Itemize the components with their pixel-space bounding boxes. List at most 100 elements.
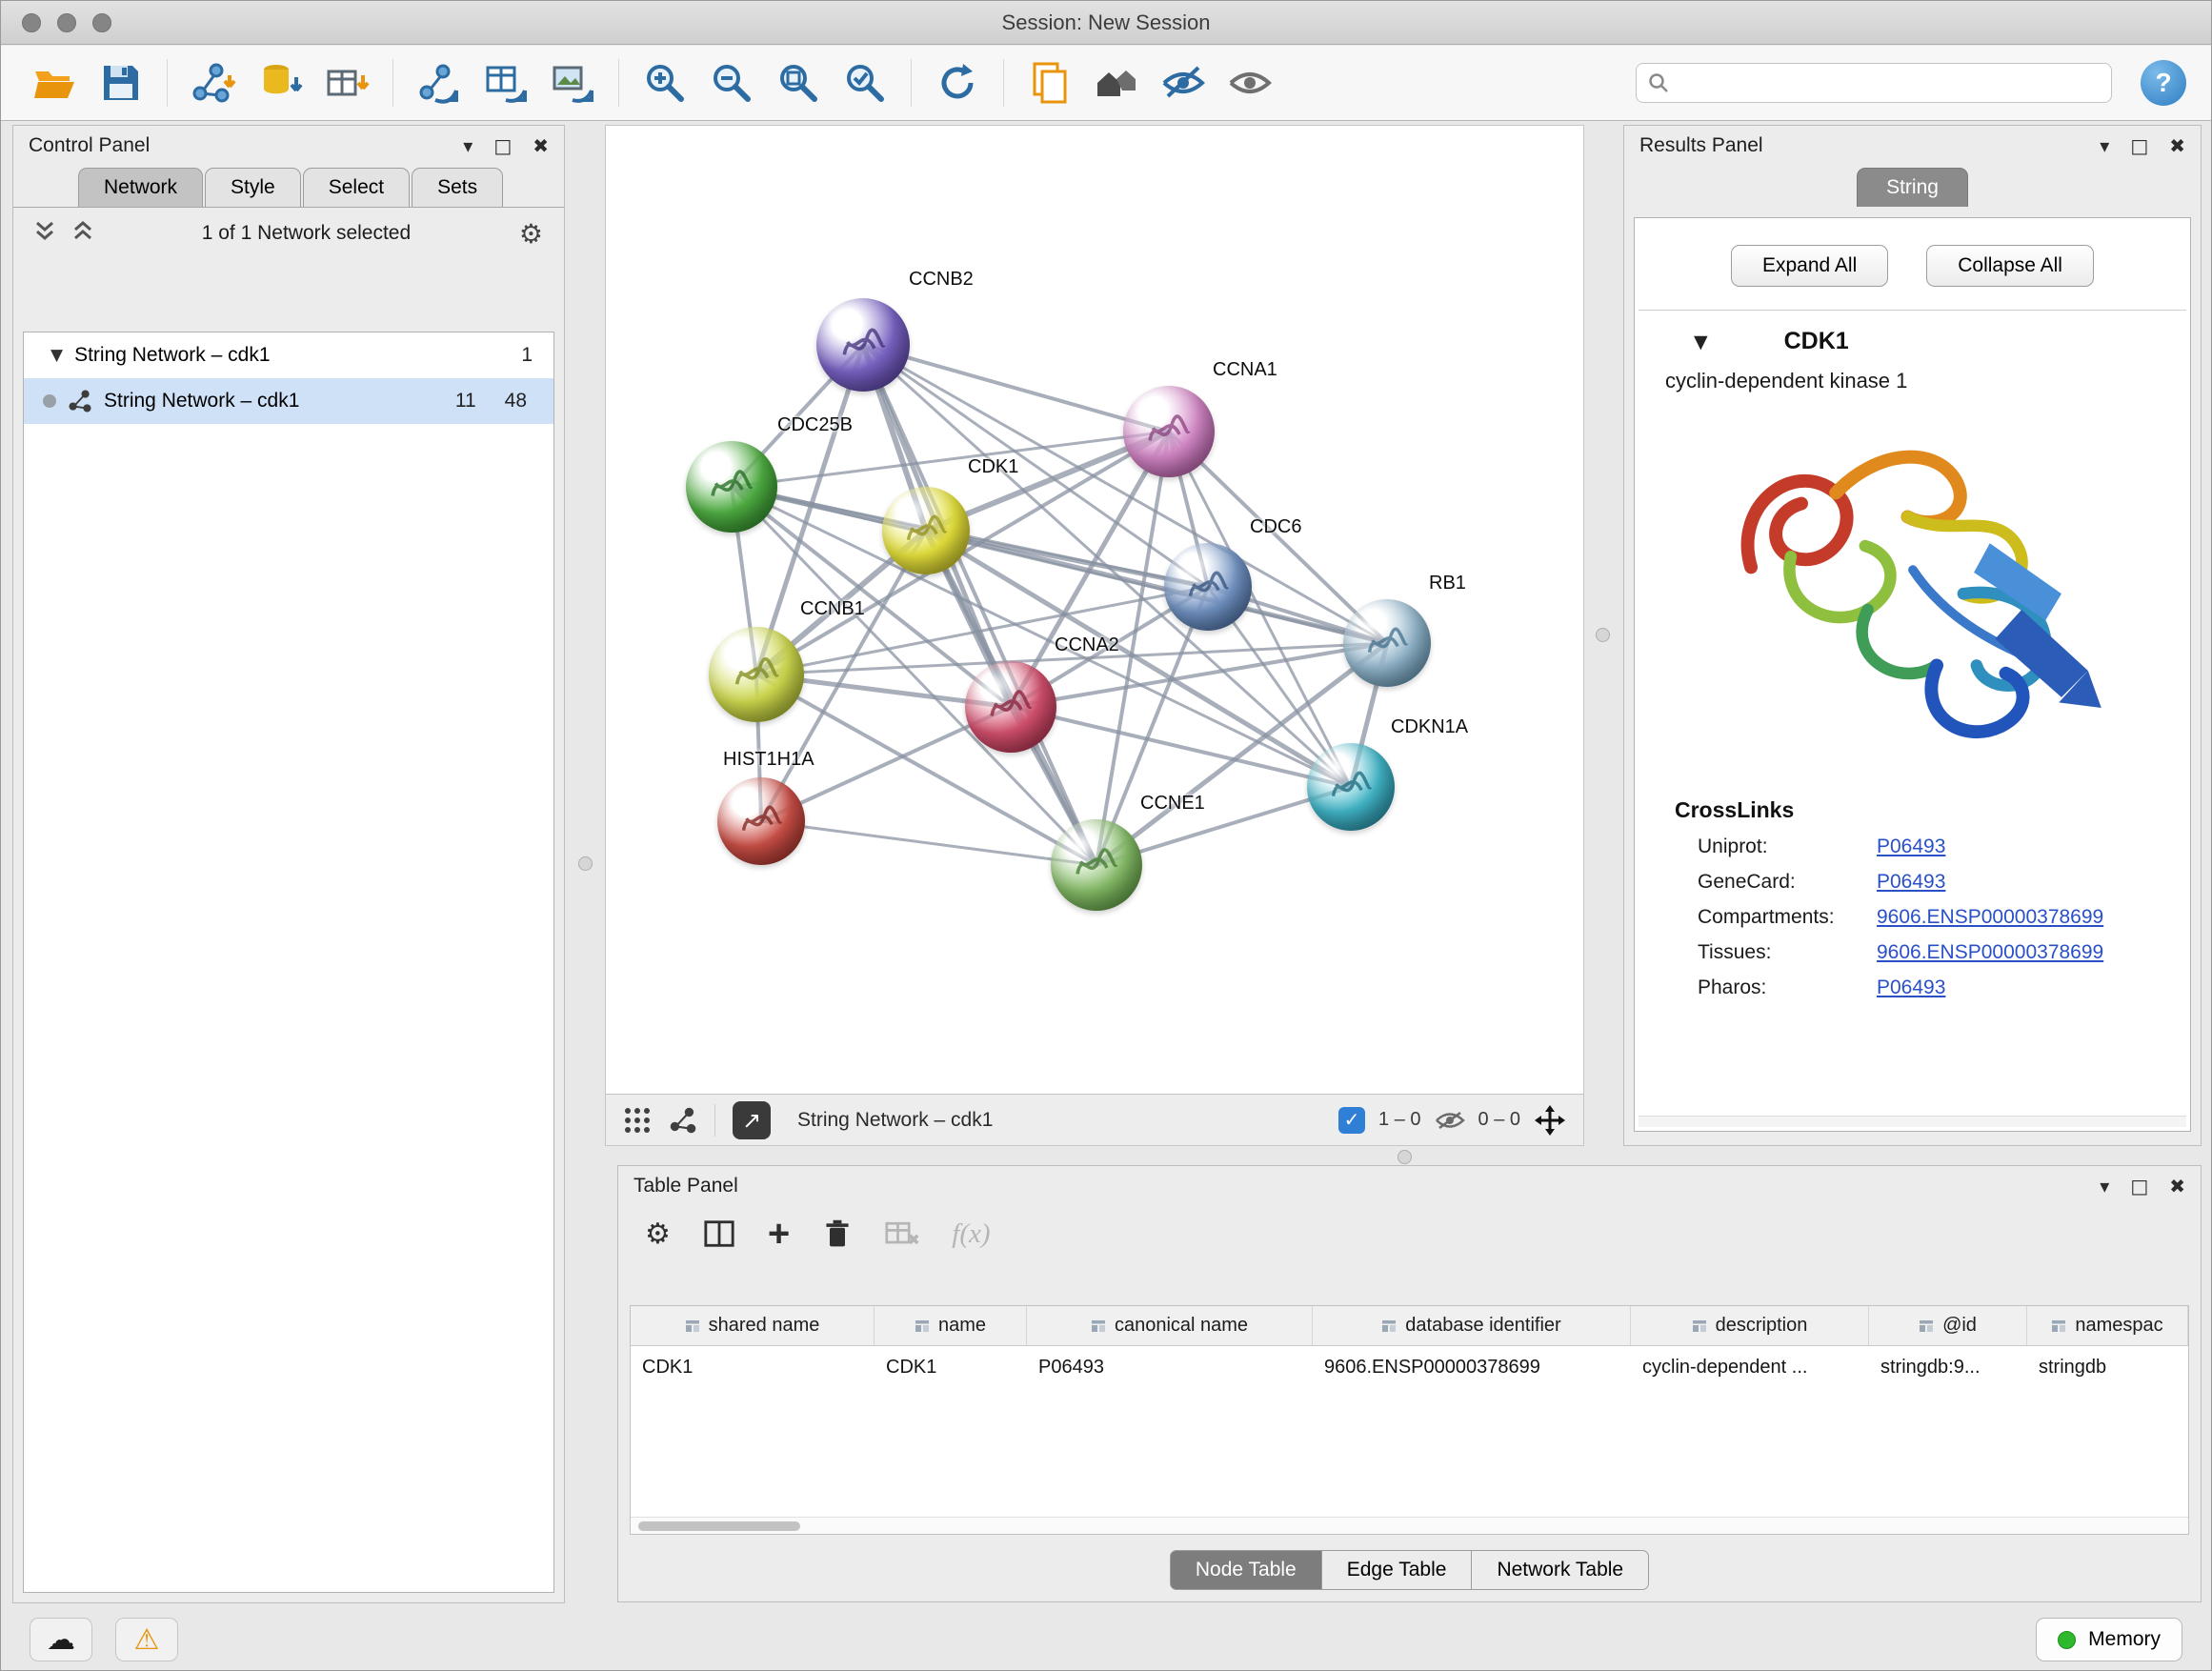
scrollbar-thumb[interactable] xyxy=(638,1521,800,1531)
tab-node-table[interactable]: Node Table xyxy=(1170,1550,1322,1590)
network-canvas[interactable]: CCNB2CCNA1CDC25BCDK1CDC6RB1CCNB1CCNA2CDK… xyxy=(606,126,1583,1094)
right-splitter-handle[interactable] xyxy=(1596,628,1610,642)
network-share-view-button[interactable] xyxy=(669,1106,697,1135)
crosslink-link[interactable]: 9606.ENSP00000378699 xyxy=(1877,906,2190,929)
network-node-CCNA1[interactable] xyxy=(1123,386,1215,477)
network-node-HIST1H1A[interactable] xyxy=(717,777,805,865)
crosslink-link[interactable]: P06493 xyxy=(1877,871,2190,894)
column-header[interactable]: name xyxy=(875,1306,1027,1345)
cell-database-identifier[interactable]: 9606.ENSP00000378699 xyxy=(1313,1346,1631,1390)
show-details-button[interactable] xyxy=(1221,53,1278,112)
panel-close-button[interactable]: ✖ xyxy=(2169,134,2185,157)
panel-menu-button[interactable]: ▾ xyxy=(2100,134,2109,157)
grid-view-button[interactable] xyxy=(623,1106,652,1135)
search-input[interactable] xyxy=(1679,72,2100,94)
detach-view-button[interactable]: ↗ xyxy=(733,1101,771,1139)
duplicate-document-button[interactable] xyxy=(1021,53,1078,112)
window-close-button[interactable] xyxy=(22,13,41,32)
window-minimize-button[interactable] xyxy=(57,13,76,32)
open-session-button[interactable] xyxy=(26,53,83,112)
network-edge[interactable] xyxy=(1011,707,1351,787)
panel-close-button[interactable]: ✖ xyxy=(533,134,549,157)
network-node-CCNE1[interactable] xyxy=(1051,819,1142,911)
column-header[interactable]: @id xyxy=(1869,1306,2027,1345)
network-edge[interactable] xyxy=(926,531,1387,643)
network-tree-root-row[interactable]: ▼ String Network – cdk1 1 xyxy=(24,332,553,378)
delete-column-button[interactable] xyxy=(822,1218,853,1250)
network-node-CCNA2[interactable] xyxy=(965,661,1056,753)
table-row[interactable]: CDK1 CDK1 P06493 9606.ENSP00000378699 cy… xyxy=(631,1346,2188,1390)
panel-menu-button[interactable]: ▾ xyxy=(2100,1175,2109,1198)
tab-edge-table[interactable]: Edge Table xyxy=(1321,1550,1473,1590)
crosslink-link[interactable]: 9606.ENSP00000378699 xyxy=(1877,941,2190,964)
selected-checkbox-icon[interactable]: ✓ xyxy=(1338,1107,1365,1134)
export-network-button[interactable] xyxy=(411,53,468,112)
left-splitter-handle[interactable] xyxy=(578,856,593,871)
column-header[interactable]: namespac xyxy=(2027,1306,2188,1345)
crosslink-link[interactable]: P06493 xyxy=(1877,836,2190,858)
export-image-button[interactable] xyxy=(544,53,601,112)
column-header[interactable]: database identifier xyxy=(1313,1306,1631,1345)
home-panels-button[interactable] xyxy=(1088,53,1145,112)
network-node-CDC6[interactable] xyxy=(1164,543,1252,631)
import-table-button[interactable] xyxy=(318,53,375,112)
expand-all-networks-icon[interactable] xyxy=(34,220,55,248)
network-edge[interactable] xyxy=(761,821,1096,865)
import-network-file-button[interactable] xyxy=(185,53,242,112)
protein-section-expander-icon[interactable]: ▼ xyxy=(1694,332,1708,352)
network-node-CDK1[interactable] xyxy=(882,487,970,574)
tab-style[interactable]: Style xyxy=(205,168,301,207)
zoom-fit-button[interactable] xyxy=(770,53,827,112)
column-header[interactable]: canonical name xyxy=(1027,1306,1313,1345)
tab-network[interactable]: Network xyxy=(78,168,203,207)
panel-float-button[interactable]: □ xyxy=(493,134,512,157)
delete-table-button[interactable] xyxy=(885,1219,919,1248)
cell-canonical-name[interactable]: P06493 xyxy=(1027,1346,1313,1390)
cell-name[interactable]: CDK1 xyxy=(875,1346,1027,1390)
zoom-selected-button[interactable] xyxy=(836,53,894,112)
show-columns-button[interactable] xyxy=(703,1218,735,1250)
bottom-splitter-handle[interactable] xyxy=(1398,1150,1412,1164)
network-edge[interactable] xyxy=(863,345,1096,865)
panel-float-button[interactable]: □ xyxy=(2130,1175,2148,1198)
table-horizontal-scrollbar[interactable] xyxy=(631,1517,2188,1534)
tab-string[interactable]: String xyxy=(1857,168,1968,207)
panel-menu-button[interactable]: ▾ xyxy=(463,134,473,157)
table-options-button[interactable]: ⚙ xyxy=(645,1218,671,1251)
collapse-all-button[interactable]: Collapse All xyxy=(1926,245,2094,287)
panel-float-button[interactable]: □ xyxy=(2130,134,2148,157)
expand-all-button[interactable]: Expand All xyxy=(1731,245,1888,287)
cell-id[interactable]: stringdb:9... xyxy=(1869,1346,2027,1390)
pan-mode-button[interactable] xyxy=(1534,1104,1566,1137)
network-node-CCNB1[interactable] xyxy=(709,627,804,722)
collapse-all-networks-icon[interactable] xyxy=(72,220,93,248)
cell-namespace[interactable]: stringdb xyxy=(2027,1346,2188,1390)
tab-sets[interactable]: Sets xyxy=(412,168,503,207)
panel-close-button[interactable]: ✖ xyxy=(2169,1175,2185,1198)
network-node-RB1[interactable] xyxy=(1343,599,1431,687)
tab-network-table[interactable]: Network Table xyxy=(1471,1550,1649,1590)
function-builder-button[interactable]: f(x) xyxy=(952,1218,990,1250)
save-session-button[interactable] xyxy=(92,53,150,112)
network-options-gear[interactable]: ⚙ xyxy=(519,218,543,250)
network-node-CDC25B[interactable] xyxy=(686,441,777,533)
zoom-in-button[interactable] xyxy=(636,53,694,112)
crosslink-link[interactable]: P06493 xyxy=(1877,976,2190,999)
import-network-database-button[interactable] xyxy=(251,53,309,112)
zoom-out-button[interactable] xyxy=(703,53,760,112)
network-node-CCNB2[interactable] xyxy=(816,298,910,392)
warnings-button[interactable]: ⚠ xyxy=(115,1618,178,1661)
memory-button[interactable]: Memory xyxy=(2036,1618,2182,1661)
window-zoom-button[interactable] xyxy=(92,13,111,32)
tab-select[interactable]: Select xyxy=(303,168,410,207)
cell-description[interactable]: cyclin-dependent ... xyxy=(1631,1346,1869,1390)
cell-shared-name[interactable]: CDK1 xyxy=(631,1346,875,1390)
help-button[interactable]: ? xyxy=(2141,60,2186,106)
network-node-CDKN1A[interactable] xyxy=(1307,743,1395,831)
column-header[interactable]: shared name xyxy=(631,1306,875,1345)
hide-details-button[interactable] xyxy=(1155,53,1212,112)
apply-layout-button[interactable] xyxy=(929,53,986,112)
network-tree-child-row[interactable]: String Network – cdk1 11 48 xyxy=(24,378,553,424)
column-header[interactable]: description xyxy=(1631,1306,1869,1345)
cloud-status-button[interactable]: ☁ xyxy=(30,1618,92,1661)
